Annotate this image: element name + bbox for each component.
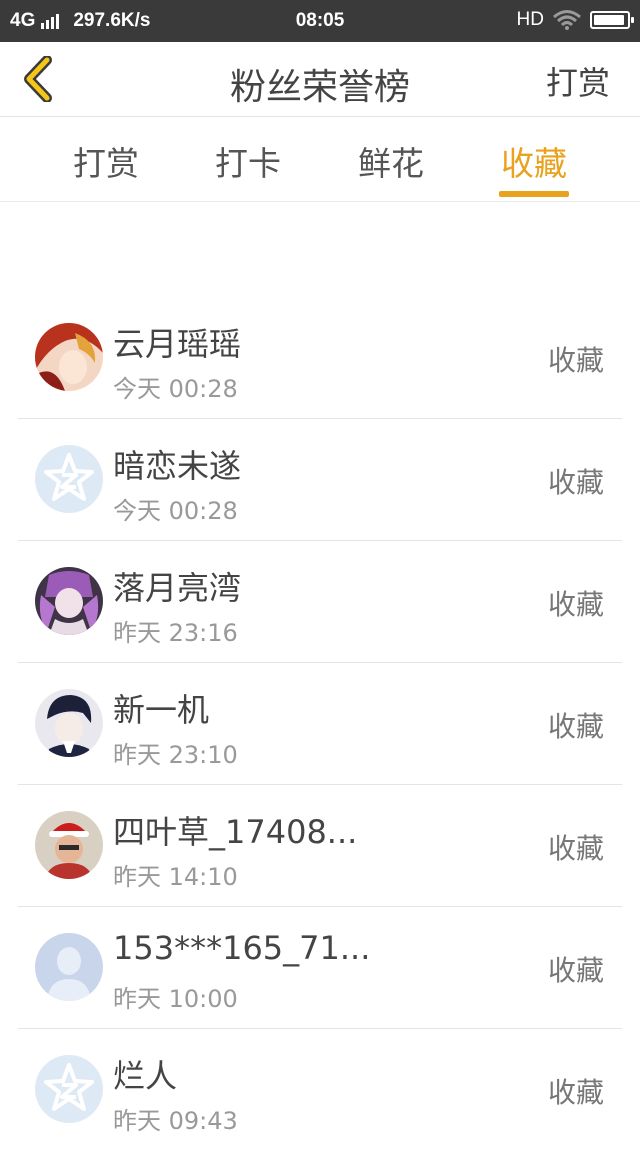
tab-flowers[interactable]: 鲜花 [336,137,446,185]
action-time: 昨天 14:10 [113,863,238,891]
wifi-icon [553,10,581,30]
battery-icon [590,11,634,29]
tab-reward[interactable]: 打赏 [51,137,161,185]
hd-indicator: HD [516,9,544,30]
action-time: 昨天 10:00 [113,985,238,1013]
user-name: 四叶草_17408... [113,813,358,851]
battery-level [594,15,624,25]
user-name: 烂人 [113,1057,178,1095]
status-right: HD [516,9,634,31]
action-type: 收藏 [547,954,604,987]
tab-favorites[interactable]: 收藏 [479,137,589,185]
user-name: 落月亮湾 [113,569,242,607]
top-app-bar: 粉丝荣誉榜 打赏 [0,42,640,117]
action-type: 收藏 [547,588,604,621]
user-name: 暗恋未遂 [113,447,242,485]
list-item[interactable]: 暗恋未遂 今天 00:28 收藏 [0,419,640,541]
action-time: 昨天 23:16 [113,619,238,647]
avatar [35,323,103,391]
action-time: 昨天 09:43 [113,1107,238,1135]
avatar [35,689,103,757]
status-bar: 4G 297.6K/s 08:05 HD [0,0,640,42]
list-item[interactable]: 烂人 昨天 09:43 收藏 [0,1029,640,1151]
list-item[interactable]: 云月瑶瑶 今天 00:28 收藏 [0,297,640,419]
action-type: 收藏 [547,832,604,865]
avatar [35,567,103,635]
tab-bar: 打赏 打卡 鲜花 收藏 [0,117,640,202]
user-name: 云月瑶瑶 [113,325,242,363]
action-time: 今天 00:28 [113,497,238,525]
avatar [35,811,103,879]
active-tab-indicator [499,191,569,197]
page-title: 粉丝荣誉榜 [229,67,410,108]
user-name: 153***165_71... [113,929,371,967]
avatar [35,933,103,1001]
action-type: 收藏 [547,710,604,743]
fan-list: 云月瑶瑶 今天 00:28 收藏 暗恋未遂 今天 00:28 收藏 落月亮湾 昨… [0,297,640,1151]
action-type: 收藏 [547,1076,604,1109]
list-item[interactable]: 四叶草_17408... 昨天 14:10 收藏 [0,785,640,907]
reward-action-button[interactable]: 打赏 [546,58,610,104]
user-name: 新一机 [113,691,210,729]
list-item[interactable]: 落月亮湾 昨天 23:16 收藏 [0,541,640,663]
list-item[interactable]: 新一机 昨天 23:10 收藏 [0,663,640,785]
action-type: 收藏 [547,344,604,377]
action-time: 今天 00:28 [113,375,238,403]
tab-checkin[interactable]: 打卡 [193,137,303,185]
avatar [35,1055,103,1123]
action-type: 收藏 [547,466,604,499]
avatar [35,445,103,513]
list-item[interactable]: 153***165_71... 昨天 10:00 收藏 [0,907,640,1029]
action-time: 昨天 23:10 [113,741,238,769]
